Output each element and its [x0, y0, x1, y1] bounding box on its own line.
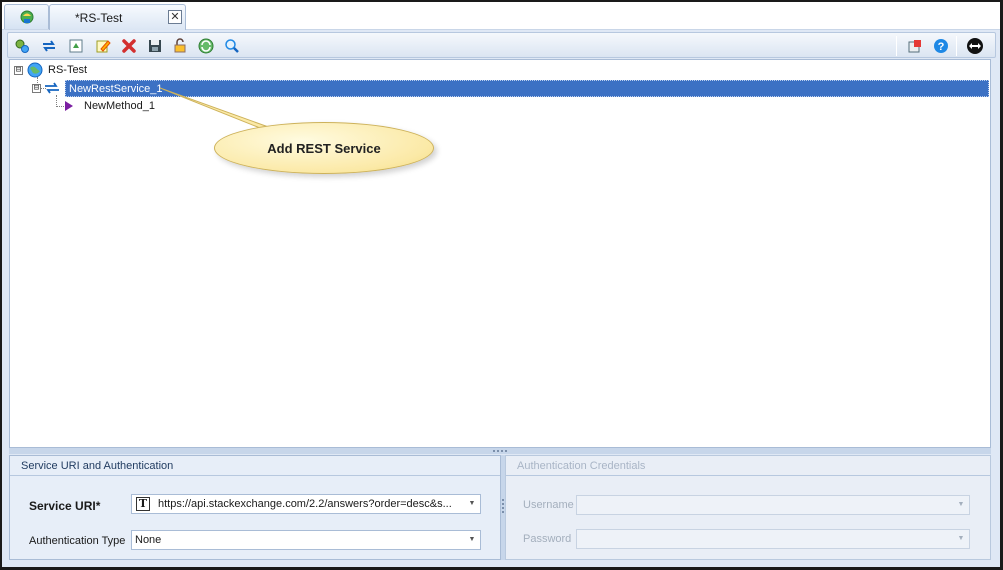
auth-type-select[interactable]: None ▼ — [131, 530, 481, 550]
password-field[interactable]: ▼ — [576, 529, 970, 549]
add-rest-service-callout: Add REST Service — [214, 122, 434, 174]
collapse-icon[interactable]: ⊟ — [14, 65, 23, 75]
delete-button[interactable] — [119, 36, 139, 56]
service-tree: ⊟ RS-Test ⊟ NewRestService_1 NewMethod_1 — [9, 59, 991, 448]
username-field[interactable]: ▼ — [576, 495, 970, 515]
text-type-icon: T — [136, 497, 150, 511]
refresh-schema-icon — [69, 39, 83, 53]
service-uri-panel-title: Service URI and Authentication — [10, 456, 500, 476]
tree-node-label: NewMethod_1 — [84, 100, 155, 112]
auth-type-value: None — [135, 534, 162, 546]
collapse-icon[interactable]: ⊟ — [32, 83, 41, 93]
chevron-down-icon[interactable]: ▼ — [956, 499, 966, 511]
tree-node-service-expander[interactable]: ⊟ — [32, 80, 60, 96]
chevron-down-icon[interactable]: ▼ — [956, 533, 966, 545]
service-uri-panel: Service URI and Authentication Service U… — [9, 455, 501, 560]
designer-window: *RS-Test ✕ ? ⊟ RS-Test ⊟ NewRestService_… — [0, 0, 1003, 570]
toolbar-separator — [956, 36, 957, 56]
tab-title: *RS-Test — [75, 11, 123, 25]
chevron-down-icon[interactable]: ▼ — [467, 534, 477, 546]
username-label: Username — [523, 499, 574, 511]
auth-credentials-panel: Authentication Credentials Username ▼ Pa… — [505, 455, 991, 560]
method-icon — [65, 101, 73, 111]
auth-type-label: Authentication Type — [29, 535, 126, 547]
service-uri-field[interactable]: T https://api.stackexchange.com/2.2/answ… — [131, 494, 481, 514]
callout-text: Add REST Service — [267, 140, 381, 156]
password-label: Password — [523, 533, 572, 545]
toolbar-separator — [896, 36, 897, 56]
refresh-schema-button[interactable] — [66, 36, 86, 56]
navigate-icon — [967, 38, 983, 54]
panel-splitter[interactable] — [9, 448, 991, 454]
tree-node-label: NewRestService_1 — [69, 83, 163, 95]
save-button[interactable] — [145, 36, 165, 56]
add-method-button[interactable] — [39, 36, 59, 56]
chevron-down-icon[interactable]: ▼ — [467, 498, 477, 510]
lock-icon — [174, 38, 186, 53]
help-icon: ? — [934, 39, 948, 53]
add-method-icon — [43, 40, 55, 52]
auth-credentials-title: Authentication Credentials — [506, 456, 990, 476]
save-icon — [149, 40, 161, 52]
tab-rs-test[interactable]: *RS-Test ✕ — [49, 4, 186, 30]
tab-strip: *RS-Test ✕ — [2, 2, 1000, 30]
navigate-button[interactable] — [965, 36, 985, 56]
delete-icon — [122, 39, 136, 53]
add-rest-service-button[interactable] — [12, 36, 32, 56]
lock-button[interactable] — [170, 36, 190, 56]
home-icon — [20, 10, 33, 24]
toolbar: ? — [7, 32, 996, 58]
sync-button[interactable] — [196, 36, 216, 56]
tree-node-root[interactable]: ⊟ RS-Test — [14, 62, 89, 78]
edit-button[interactable] — [93, 36, 113, 56]
search-icon — [225, 39, 239, 53]
help-button[interactable]: ? — [931, 36, 951, 56]
home-tab[interactable] — [4, 4, 49, 29]
export-icon — [908, 40, 921, 53]
close-tab-icon[interactable]: ✕ — [168, 10, 182, 24]
service-uri-value: https://api.stackexchange.com/2.2/answer… — [158, 498, 452, 510]
export-button[interactable] — [905, 36, 925, 56]
globe-icon — [27, 62, 43, 78]
sync-icon — [198, 38, 214, 54]
tree-node-label: RS-Test — [48, 64, 88, 76]
edit-icon — [96, 40, 111, 53]
tree-node-method[interactable]: NewMethod_1 — [64, 98, 157, 114]
search-button[interactable] — [222, 36, 242, 56]
svg-text:?: ? — [938, 41, 945, 53]
tree-connector — [56, 106, 64, 107]
rest-service-icon — [45, 82, 59, 94]
service-uri-label: Service URI* — [29, 499, 101, 513]
add-rest-service-icon — [15, 39, 29, 53]
